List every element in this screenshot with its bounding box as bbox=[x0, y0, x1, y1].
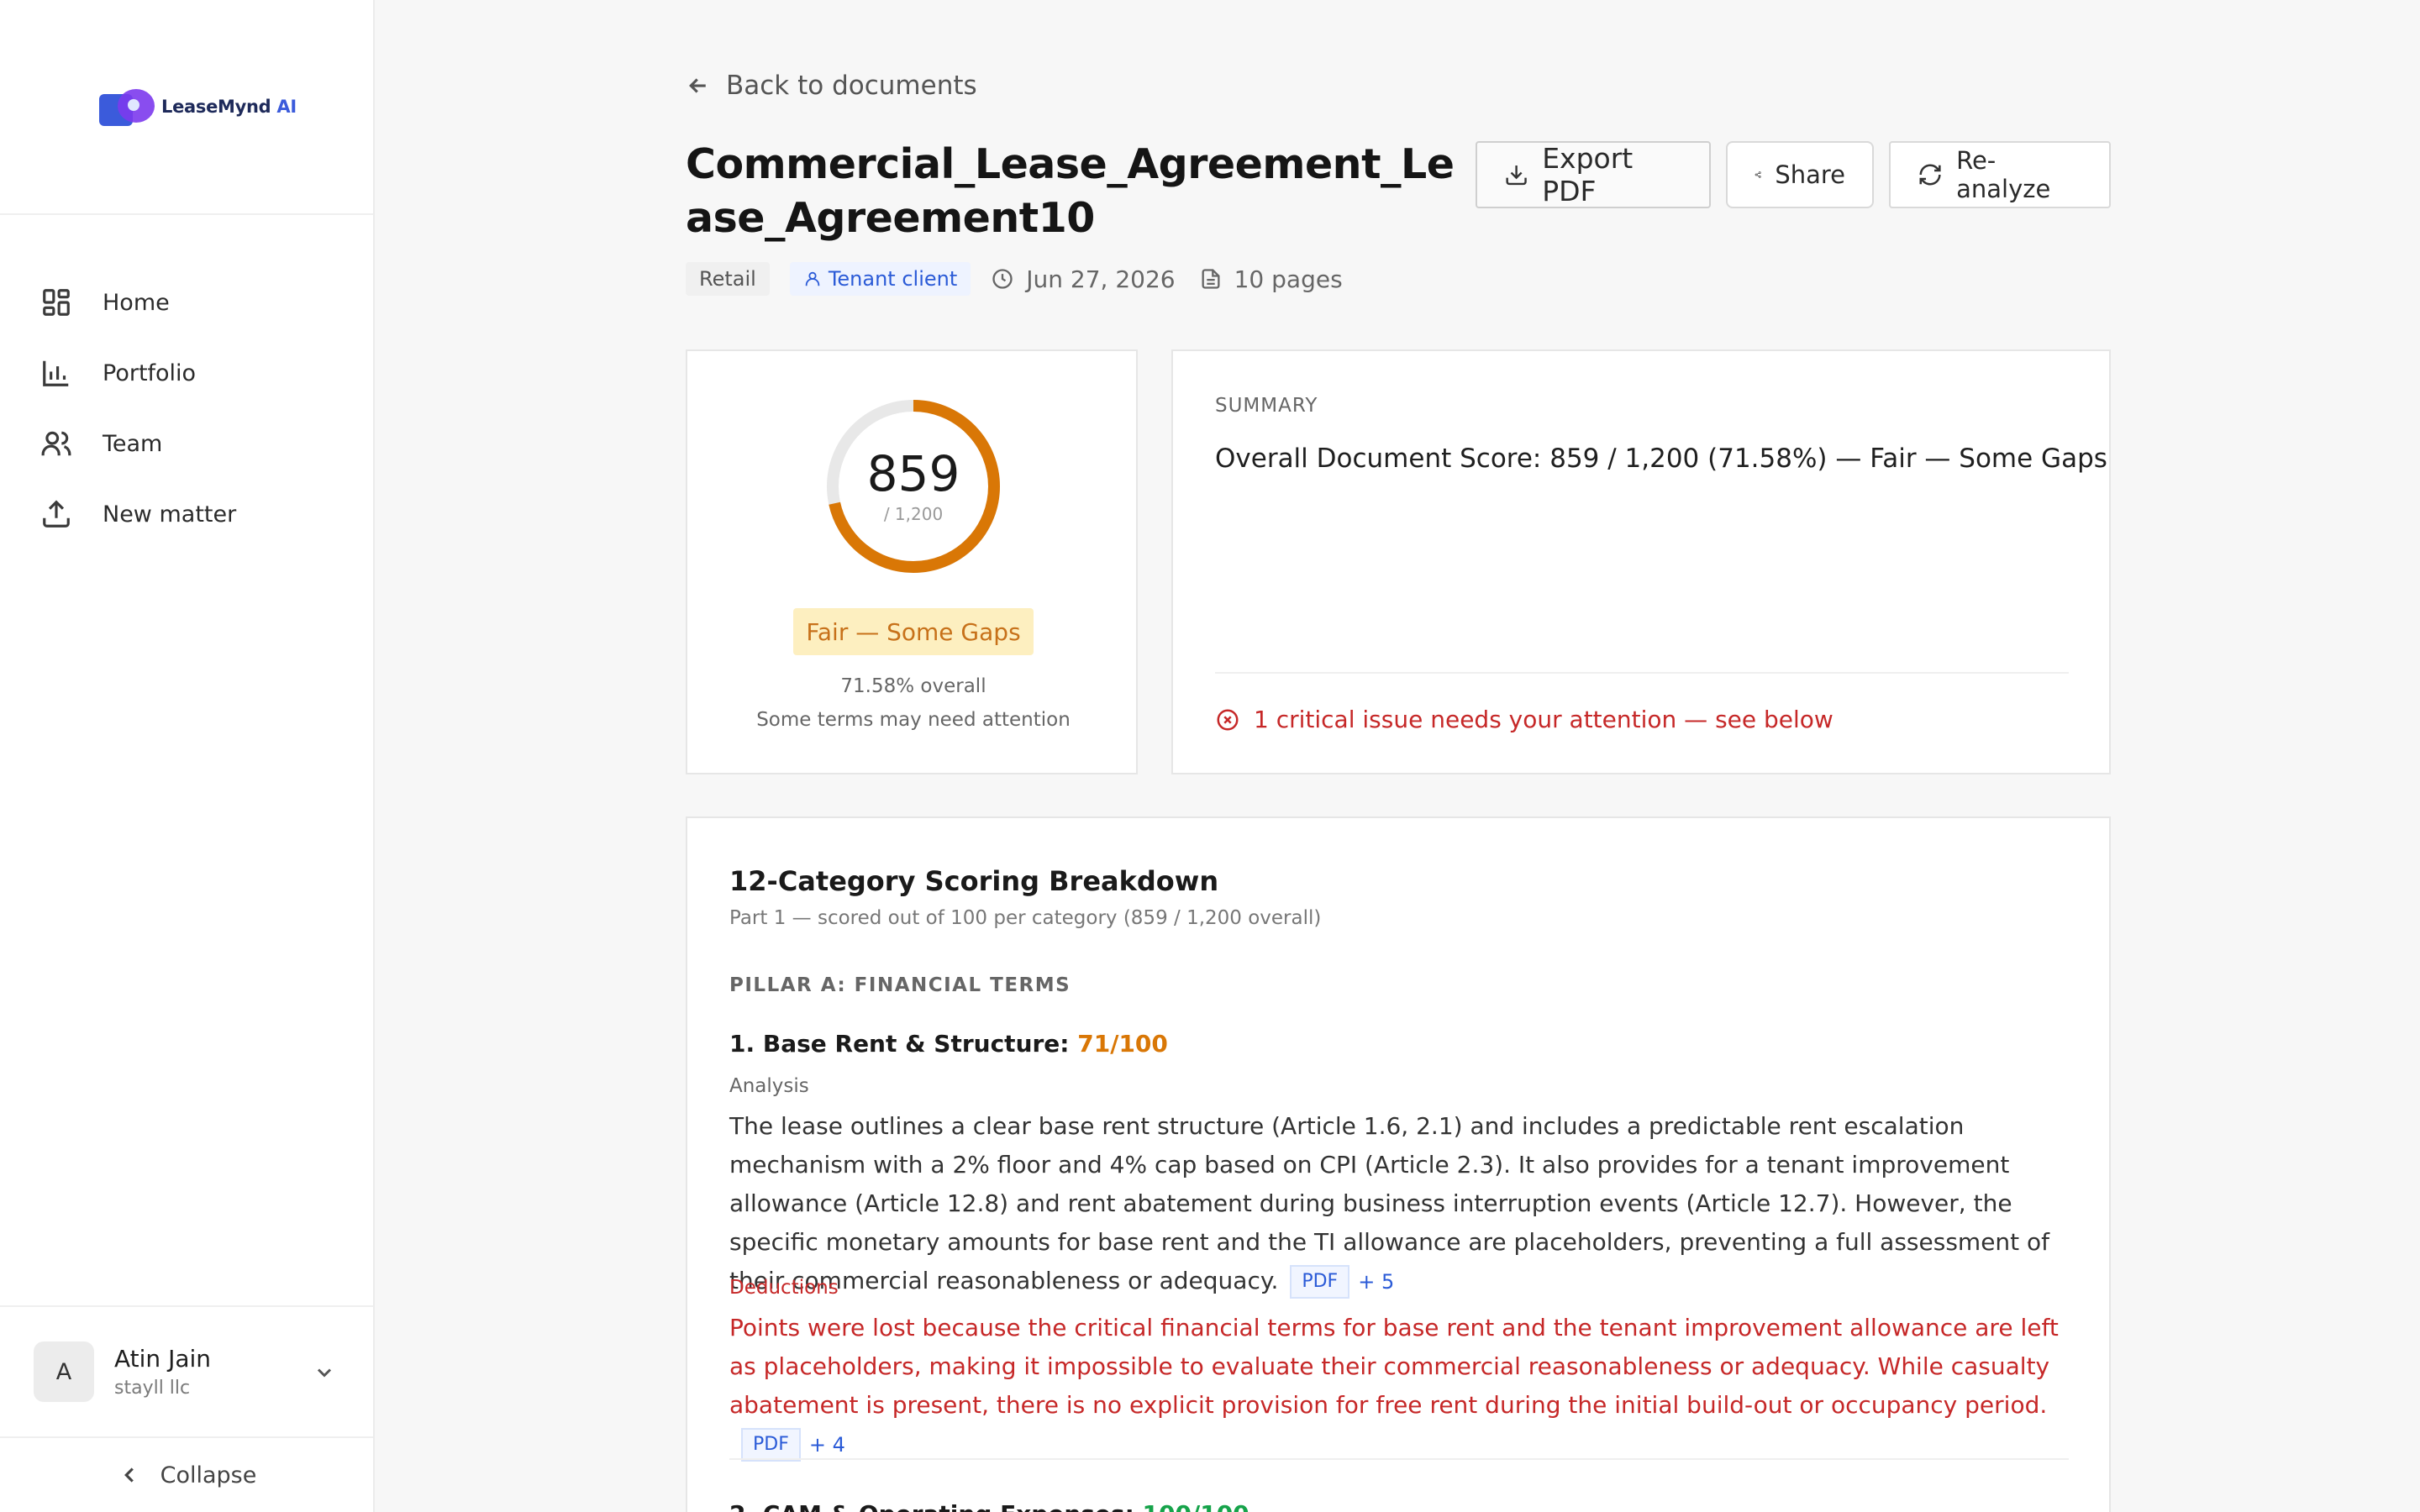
user-org: stayll llc bbox=[114, 1378, 191, 1399]
category-score: 71/100 bbox=[1077, 1030, 1168, 1058]
more-citations-link[interactable]: + 4 bbox=[809, 1433, 845, 1457]
upload-icon bbox=[43, 500, 70, 528]
document-date: Jun 27, 2026 bbox=[991, 265, 1176, 293]
page-title: Commercial_Lease_Agreement_Lease_Agreeme… bbox=[686, 140, 1455, 242]
nav-item-label: Home bbox=[103, 289, 170, 316]
export-pdf-button[interactable]: Export PDF bbox=[1476, 141, 1711, 208]
nav-item-label: New matter bbox=[103, 501, 237, 528]
nav-item-label: Team bbox=[103, 430, 163, 457]
pdf-citation-button[interactable]: PDF bbox=[1290, 1265, 1350, 1299]
refresh-icon bbox=[1919, 164, 1941, 186]
logo-icon bbox=[99, 87, 156, 126]
overall-percentage: 71.58% overall bbox=[840, 675, 986, 697]
pdf-citation-button[interactable]: PDF bbox=[741, 1428, 801, 1462]
document-pages-label: 10 pages bbox=[1234, 265, 1343, 293]
score-max: / 1,200 bbox=[883, 504, 944, 524]
document-date-label: Jun 27, 2026 bbox=[1026, 265, 1176, 293]
re-analyze-button[interactable]: Re-analyze bbox=[1889, 141, 2111, 208]
divider bbox=[1215, 672, 2069, 674]
category-name: 2. CAM & Operating Expenses: bbox=[729, 1500, 1143, 1512]
grid-icon bbox=[43, 289, 70, 316]
back-link-label: Back to documents bbox=[726, 71, 977, 101]
export-pdf-label: Export PDF bbox=[1542, 142, 1634, 207]
score-value: 859 bbox=[866, 445, 960, 502]
share-icon bbox=[1754, 171, 1761, 178]
user-icon bbox=[805, 271, 820, 286]
document-pages: 10 pages bbox=[1199, 265, 1343, 293]
category-title: 2. CAM & Operating Expenses: 100/100 bbox=[729, 1500, 1249, 1512]
x-circle-icon bbox=[1217, 709, 1239, 730]
collapse-label: Collapse bbox=[160, 1462, 257, 1488]
overall-note: Some terms may need attention bbox=[756, 709, 1071, 731]
nav-item-team[interactable]: Team bbox=[0, 408, 373, 479]
nav-item-home[interactable]: Home bbox=[0, 267, 373, 338]
client-type-tag: Tenant client bbox=[789, 262, 971, 296]
main-nav: Home Portfolio Team New matter bbox=[0, 215, 373, 549]
bar-chart-icon bbox=[43, 360, 69, 386]
chevron-down-icon[interactable] bbox=[313, 1361, 336, 1384]
deductions-label: Deductions bbox=[729, 1277, 839, 1299]
property-type-tag: Retail bbox=[686, 262, 770, 296]
summary-text: Overall Document Score: 859 / 1,200 (71.… bbox=[1215, 444, 2107, 474]
action-bar: Export PDF Share Re-analyze bbox=[1476, 141, 2111, 208]
more-citations-link[interactable]: + 5 bbox=[1358, 1270, 1394, 1294]
file-icon bbox=[1202, 269, 1220, 289]
summary-heading: SUMMARY bbox=[1215, 395, 1318, 417]
nav-item-portfolio[interactable]: Portfolio bbox=[0, 338, 373, 408]
chevron-left-icon bbox=[124, 1467, 134, 1483]
sidebar: LeaseMynd AI Home Portfolio Team New mat… bbox=[0, 0, 375, 1512]
collapse-button[interactable]: Collapse bbox=[0, 1436, 373, 1512]
nav-item-label: Portfolio bbox=[103, 360, 197, 386]
user-info: Atin Jain stayll llc bbox=[114, 1345, 211, 1399]
category-score: 100/100 bbox=[1143, 1500, 1249, 1512]
divider bbox=[729, 1458, 2069, 1460]
nav-item-new-matter[interactable]: New matter bbox=[0, 479, 373, 549]
critical-issue-alert[interactable]: 1 critical issue needs your attention — … bbox=[1215, 706, 1833, 733]
clock-icon bbox=[992, 269, 1013, 289]
download-icon bbox=[1506, 165, 1527, 186]
breakdown-title: 12-Category Scoring Breakdown bbox=[729, 865, 1219, 897]
share-button[interactable]: Share bbox=[1726, 141, 1874, 208]
document-meta: Retail Tenant client Jun 27, 2026 10 pag… bbox=[686, 262, 1366, 296]
pillar-heading: PILLAR A: FINANCIAL TERMS bbox=[729, 974, 1071, 996]
client-type-label: Tenant client bbox=[828, 267, 958, 291]
category-title: 1. Base Rent & Structure: 71/100 bbox=[729, 1030, 1168, 1058]
analysis-text: The lease outlines a clear base rent str… bbox=[729, 1107, 2074, 1301]
arrow-left-icon bbox=[689, 78, 706, 93]
breakdown-subtitle: Part 1 — scored out of 100 per category … bbox=[729, 907, 1322, 929]
users-icon bbox=[41, 431, 71, 456]
score-card: 859 / 1,200 Fair — Some Gaps 71.58% over… bbox=[686, 349, 1138, 774]
back-to-documents-link[interactable]: Back to documents bbox=[686, 71, 977, 101]
summary-card: SUMMARY Overall Document Score: 859 / 1,… bbox=[1171, 349, 2111, 774]
grade-badge: Fair — Some Gaps bbox=[793, 608, 1034, 655]
critical-issue-text: 1 critical issue needs your attention — … bbox=[1254, 706, 1833, 733]
logo-text: LeaseMynd AI bbox=[161, 97, 297, 117]
share-label: Share bbox=[1775, 160, 1845, 189]
category-name: 1. Base Rent & Structure: bbox=[729, 1030, 1078, 1058]
analysis-body: The lease outlines a clear base rent str… bbox=[729, 1112, 2050, 1294]
user-menu[interactable]: A Atin Jain stayll llc bbox=[0, 1305, 373, 1436]
deductions-body: Points were lost because the critical fi… bbox=[729, 1314, 2059, 1419]
avatar: A bbox=[34, 1341, 94, 1402]
user-name: Atin Jain bbox=[114, 1345, 212, 1373]
analysis-label: Analysis bbox=[729, 1075, 809, 1097]
scoring-breakdown: 12-Category Scoring Breakdown Part 1 — s… bbox=[686, 816, 2111, 1512]
re-analyze-label: Re-analyze bbox=[1956, 146, 2051, 203]
deductions-text: Points were lost because the critical fi… bbox=[729, 1309, 2074, 1464]
logo[interactable]: LeaseMynd AI bbox=[0, 0, 373, 215]
